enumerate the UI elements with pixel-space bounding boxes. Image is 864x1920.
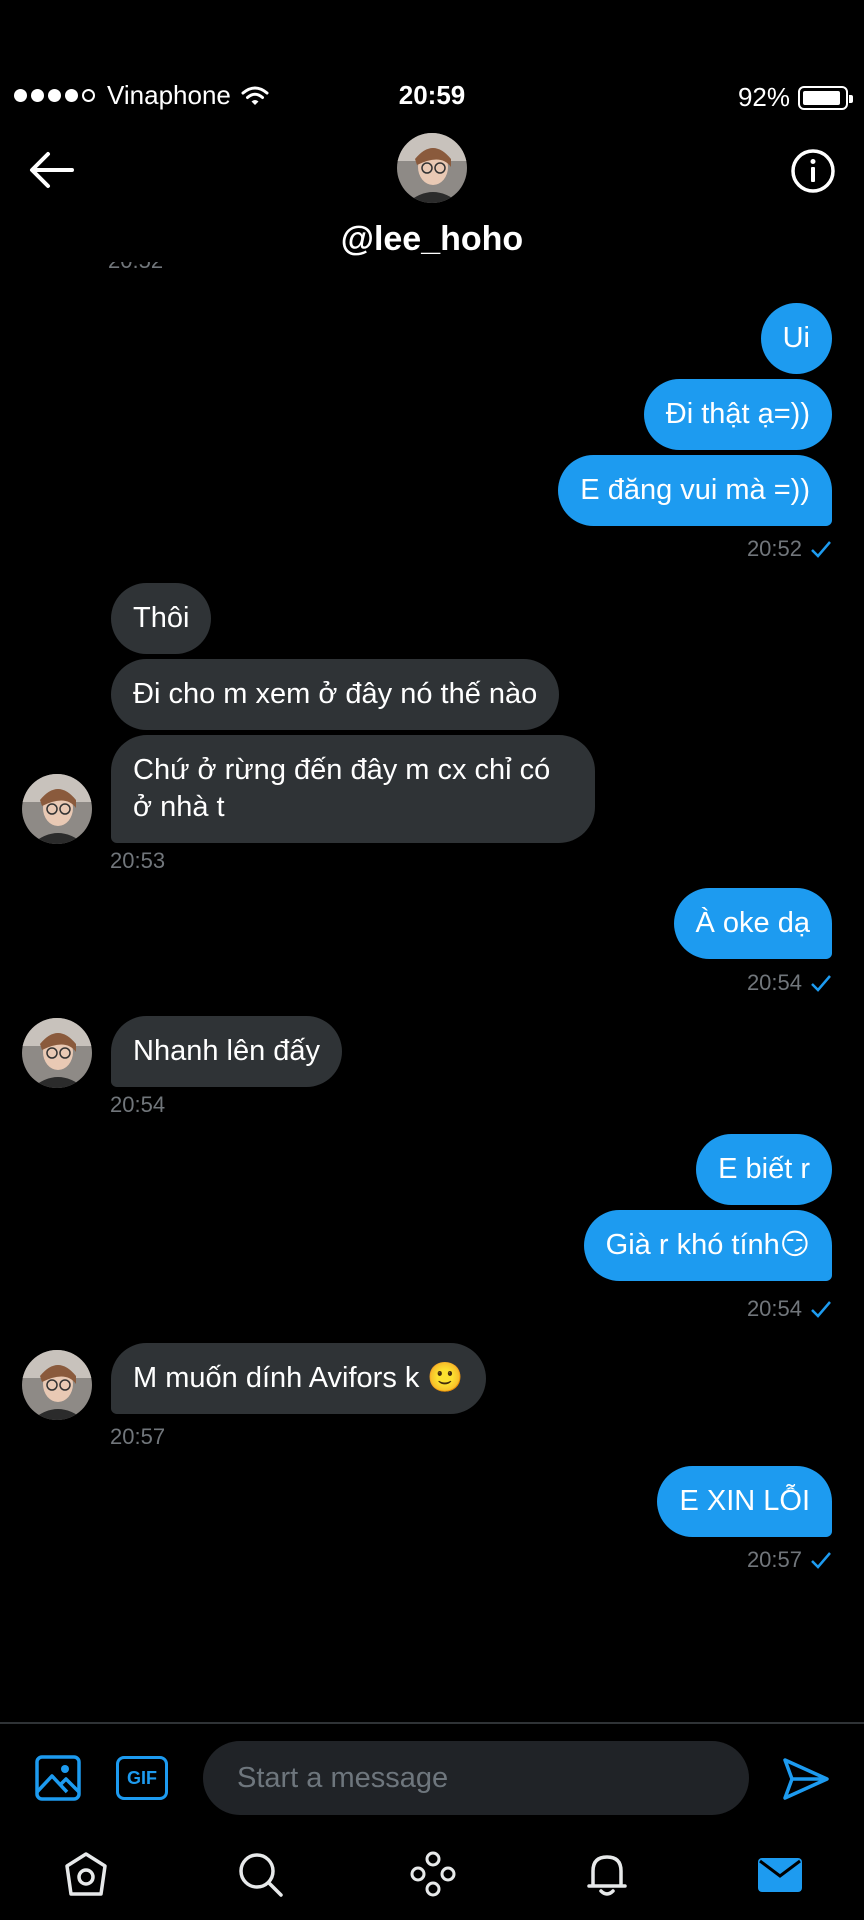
- read-check-icon: [811, 975, 831, 992]
- image-icon[interactable]: [34, 1754, 82, 1802]
- message-line: Chứ ở rừng đến đây m cx chỉ có: [133, 754, 551, 786]
- received-timestamp: 20:53: [110, 848, 166, 873]
- sent-message[interactable]: E đăng vui mà =)): [558, 455, 832, 526]
- conversation-username[interactable]: @lee_hoho: [0, 220, 864, 259]
- received-message[interactable]: Thôi: [111, 583, 212, 654]
- bottom-tab-bar: [0, 1840, 864, 1920]
- sent-timestamp: 20:57: [747, 1547, 832, 1573]
- info-icon[interactable]: [790, 148, 836, 194]
- sender-avatar[interactable]: [22, 1018, 92, 1088]
- sent-message[interactable]: À oke dạ: [673, 888, 832, 959]
- status-time: 20:59: [398, 80, 466, 110]
- message-composer: GIF: [0, 1722, 864, 1822]
- home-icon[interactable]: [62, 1850, 110, 1898]
- read-check-icon: [811, 541, 831, 558]
- sent-message[interactable]: Già r khó tính😏: [583, 1210, 832, 1281]
- received-timestamp: 20:54: [110, 1092, 166, 1117]
- search-icon[interactable]: [236, 1850, 284, 1898]
- sent-timestamp: 20:54: [747, 1296, 832, 1322]
- back-arrow-icon[interactable]: [28, 150, 74, 190]
- received-timestamp: 20:57: [110, 1424, 166, 1449]
- battery-info: 92%: [737, 82, 853, 113]
- sent-timestamp: 20:52: [747, 536, 832, 562]
- battery-icon: [798, 85, 853, 110]
- received-message[interactable]: Chứ ở rừng đến đây m cx chỉ có ở nhà t: [111, 735, 595, 843]
- send-icon[interactable]: [782, 1757, 830, 1801]
- sender-avatar[interactable]: [22, 1350, 92, 1420]
- message-input[interactable]: [203, 1741, 749, 1815]
- gif-icon[interactable]: GIF: [116, 1756, 168, 1800]
- battery-percent: 92%: [737, 82, 790, 112]
- sent-message[interactable]: E biết r: [696, 1134, 832, 1205]
- sent-message[interactable]: E XIN LỖI: [657, 1466, 832, 1537]
- header-avatar[interactable]: [397, 133, 467, 203]
- read-check-icon: [811, 1552, 831, 1569]
- read-check-icon: [811, 1301, 831, 1318]
- sent-timestamp: 20:54: [747, 970, 832, 996]
- spaces-icon[interactable]: [409, 1850, 457, 1898]
- status-bar: Vinaphone 20:59 92%: [0, 0, 864, 120]
- message-line: ở nhà t: [133, 791, 225, 823]
- scrolled-timestamp: 20:52: [108, 262, 163, 284]
- received-message[interactable]: M muốn dính Avifors k 🙂: [111, 1343, 486, 1414]
- messages-icon[interactable]: [756, 1850, 804, 1898]
- sender-avatar[interactable]: [22, 774, 92, 844]
- sent-message[interactable]: Ui: [760, 303, 832, 374]
- notifications-icon[interactable]: [583, 1850, 631, 1898]
- received-message[interactable]: Đi cho m xem ở đây nó thế nào: [111, 659, 560, 730]
- received-message[interactable]: Nhanh lên đấy: [111, 1016, 343, 1087]
- sent-message[interactable]: Đi thật ạ=)): [643, 379, 832, 450]
